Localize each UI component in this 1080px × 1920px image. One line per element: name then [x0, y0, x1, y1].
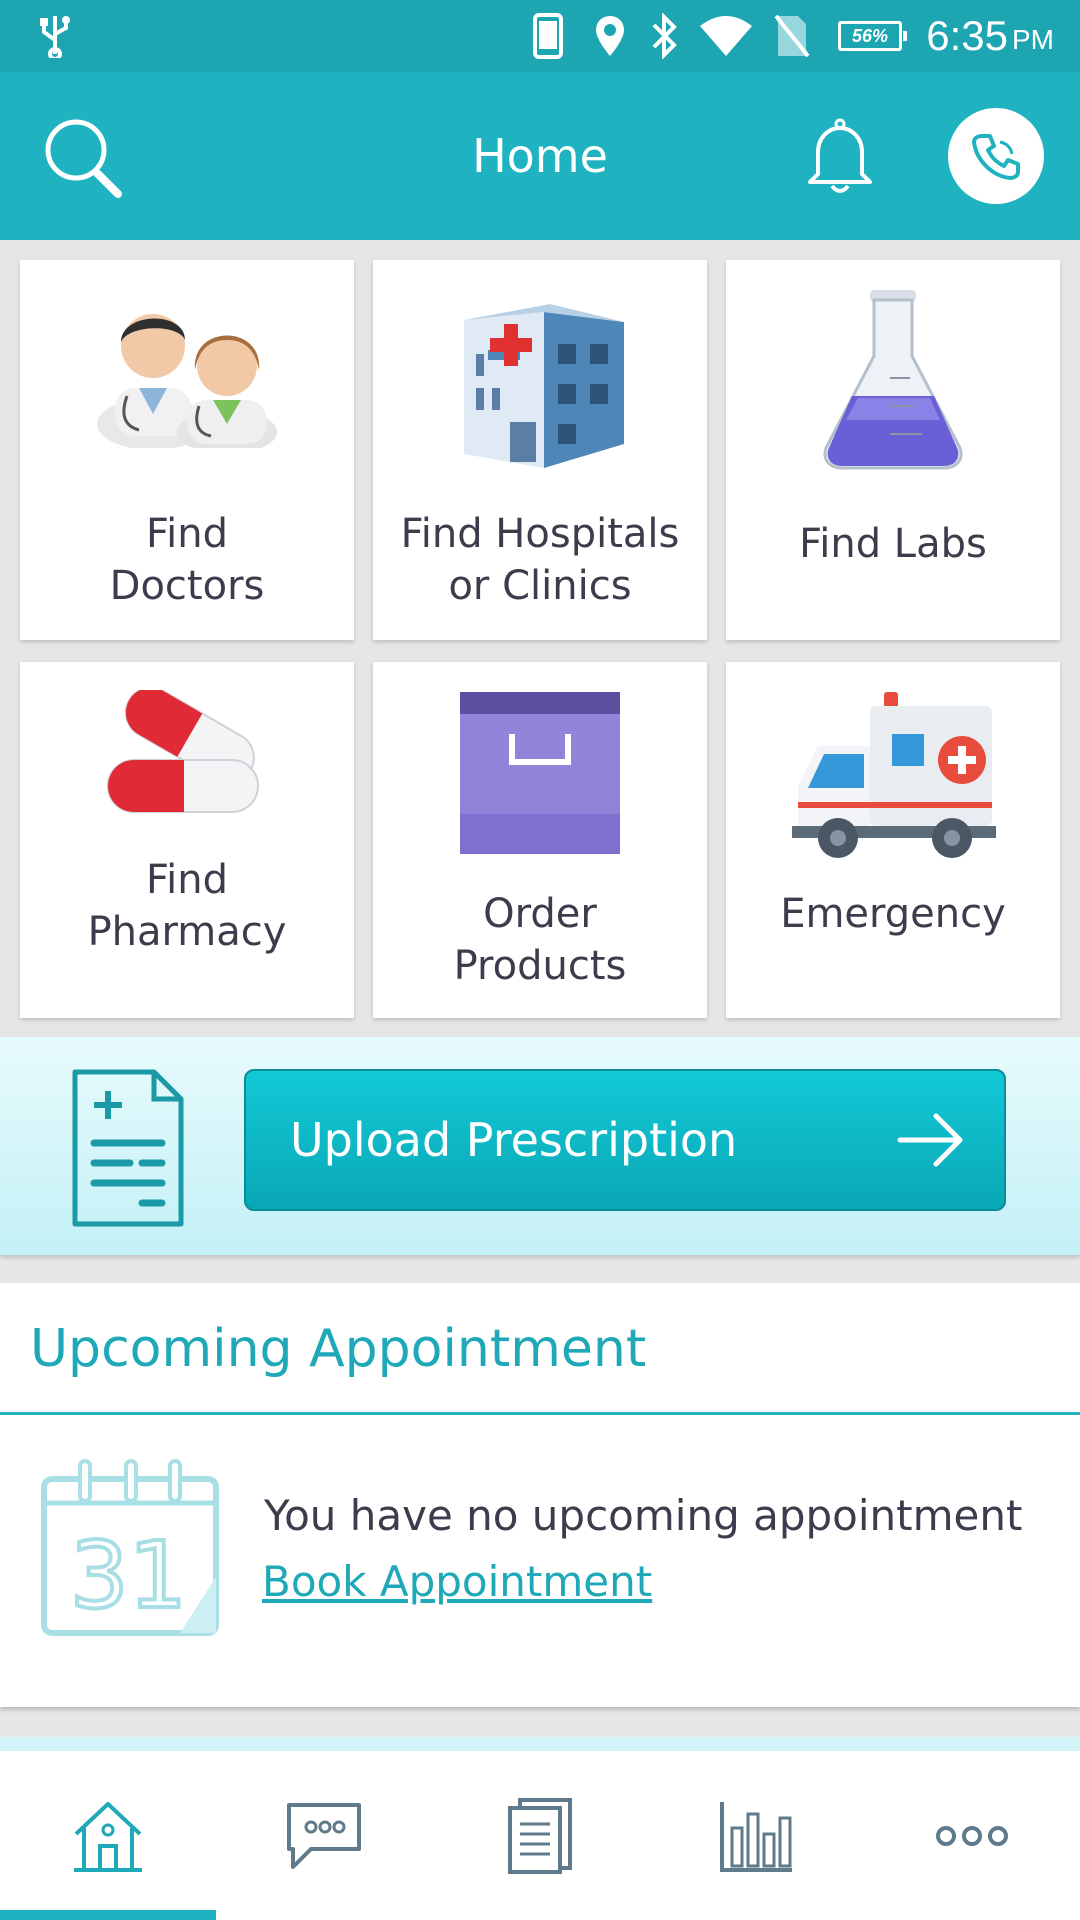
- lab-flask-icon: [726, 286, 1060, 472]
- tile-order-products[interactable]: Order Products: [373, 662, 707, 1018]
- no-sim-icon: [770, 0, 814, 72]
- tile-label: Find Hospitals or Clinics: [400, 511, 680, 609]
- shopping-bag-icon: [373, 690, 707, 856]
- tile-label: Find Labs: [799, 521, 987, 567]
- location-icon: [590, 0, 630, 72]
- nav-item-stats[interactable]: [648, 1751, 864, 1920]
- usb-icon: [32, 0, 78, 72]
- tile-find-doctors[interactable]: Find Doctors: [20, 260, 354, 640]
- doctors-icon: [20, 284, 354, 448]
- more-icon: [934, 1823, 1010, 1849]
- nav-item-more[interactable]: [864, 1751, 1080, 1920]
- hospital-icon: [373, 284, 707, 470]
- prescription-icon: [72, 1069, 184, 1231]
- page-title: Home: [472, 129, 608, 183]
- phone-icon: [530, 0, 566, 72]
- pill-capsule-icon: [20, 690, 354, 820]
- ambulance-icon: [726, 690, 1060, 860]
- tile-label: Find Pharmacy: [87, 857, 287, 955]
- tile-find-pharmacy[interactable]: Find Pharmacy: [20, 662, 354, 1018]
- clock: 6:35 PM: [926, 0, 1054, 72]
- tile-label: Find Doctors: [109, 511, 265, 609]
- app-bar: Home: [0, 72, 1080, 240]
- arrow-right-icon: [896, 1112, 966, 1168]
- section-strip: [0, 1737, 1080, 1751]
- upcoming-appointment-card: Upcoming Appointment 31 You have no upco…: [0, 1283, 1080, 1707]
- bar-chart-icon: [718, 1798, 794, 1874]
- svg-text:31: 31: [70, 1522, 187, 1629]
- ampm-text: PM: [1012, 24, 1054, 55]
- nav-item-records[interactable]: [432, 1751, 648, 1920]
- active-indicator: [0, 1910, 216, 1920]
- nav-item-home[interactable]: [0, 1751, 216, 1920]
- wifi-icon: [696, 0, 756, 72]
- tile-label: Emergency: [780, 891, 1006, 937]
- battery-level: 56%: [851, 25, 889, 46]
- bluetooth-icon: [646, 0, 682, 72]
- chat-icon: [285, 1801, 363, 1871]
- tile-find-hospitals[interactable]: Find Hospitals or Clinics: [373, 260, 707, 640]
- bottom-navigation: [0, 1751, 1080, 1920]
- bell-icon[interactable]: [796, 110, 884, 202]
- phone-call-icon[interactable]: [948, 108, 1044, 204]
- tile-find-labs[interactable]: Find Labs: [726, 260, 1060, 640]
- divider: [0, 1412, 1080, 1415]
- upload-prescription-button[interactable]: Upload Prescription: [244, 1069, 1006, 1211]
- nav-item-messages[interactable]: [216, 1751, 432, 1920]
- time-text: 6:35: [926, 12, 1008, 59]
- home-icon: [70, 1798, 146, 1874]
- status-bar: 56% 6:35 PM: [0, 0, 1080, 72]
- tile-label: Order Products: [453, 891, 627, 989]
- no-appointment-message: You have no upcoming appointment: [264, 1491, 1023, 1540]
- section-title: Upcoming Appointment: [30, 1319, 647, 1379]
- document-icon: [506, 1797, 574, 1874]
- upload-prescription-section: Upload Prescription: [0, 1037, 1080, 1255]
- tile-emergency[interactable]: Emergency: [726, 662, 1060, 1018]
- battery-icon: 56%: [838, 21, 907, 51]
- book-appointment-link[interactable]: Book Appointment: [262, 1557, 652, 1606]
- calendar-icon: 31: [40, 1457, 222, 1643]
- upload-prescription-label: Upload Prescription: [290, 1113, 738, 1167]
